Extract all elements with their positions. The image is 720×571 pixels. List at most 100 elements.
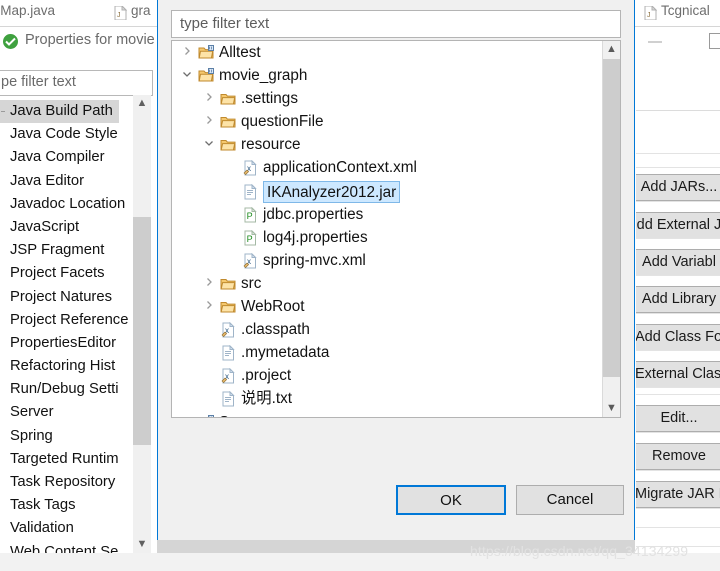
cancel-button[interactable]: Cancel — [516, 485, 624, 515]
properties-filter-input[interactable]: pe filter text — [0, 70, 153, 96]
sidebar-item-project-natures[interactable]: Project Natures — [0, 111, 152, 309]
ok-button[interactable]: OK — [396, 485, 506, 515]
sidebar-item-javascript[interactable]: JavaScript — [0, 111, 152, 239]
tree-item-label: questionFile — [241, 113, 324, 131]
sidebar-item-jsp-fragment[interactable]: JSP Fragment — [0, 111, 152, 262]
side-button-add-variabl[interactable]: Add Variabl — [636, 249, 720, 276]
properties-list-scrollbar[interactable]: ▲ ▼ — [133, 95, 151, 553]
project-tree[interactable]: Alltest movie_graph .settings questionFile r… — [171, 40, 621, 418]
chevron-down-icon[interactable] — [180, 64, 194, 87]
tree-item[interactable]: x spring-mvc.xml — [172, 249, 602, 272]
sidebar-item-label: JSP Fragment — [10, 242, 105, 259]
filter-input[interactable]: type filter text — [171, 10, 621, 38]
list-divider — [636, 394, 720, 395]
tree-item-label: Servers — [219, 411, 272, 418]
tree-item[interactable]: 说明.txt — [172, 387, 602, 410]
properties-page-list[interactable]: Java Build Path Java Code Style Java Compi… — [0, 100, 152, 553]
sidebar-item-task-tags[interactable]: Task Tags — [0, 111, 152, 517]
list-divider — [636, 350, 720, 351]
chevron-down-icon[interactable] — [202, 133, 216, 156]
folder-icon — [220, 299, 237, 315]
tree-item[interactable]: resource — [172, 133, 602, 156]
side-button-add-library[interactable]: Add Library — [636, 286, 720, 313]
sidebar-item-label: Task Repository — [10, 474, 116, 490]
tree-item[interactable]: src — [172, 272, 602, 295]
tree-item[interactable]: x .classpath — [172, 318, 602, 341]
sidebar-item-targeted-runtim[interactable]: Targeted Runtim — [0, 111, 152, 471]
chevron-right-icon[interactable] — [202, 110, 216, 133]
editor-tab-2[interactable]: Tcgnical — [661, 3, 710, 18]
tree-item[interactable]: Alltest — [172, 41, 602, 64]
window-maximize-button[interactable] — [709, 33, 720, 49]
side-button-add-jars[interactable]: Add JARs... — [636, 174, 720, 201]
chevron-up-icon[interactable]: ▲ — [603, 41, 620, 58]
sidebar-item-java-code-style[interactable]: Java Code Style — [0, 111, 152, 146]
project-folder-icon — [198, 414, 215, 417]
sidebar-item-javadoc-location[interactable]: Javadoc Location — [0, 111, 152, 216]
jar-selection-dialog: type filter text Alltest movie_graph .sett… — [157, 0, 635, 543]
xml-file-icon: x — [242, 252, 259, 269]
side-button-edit[interactable]: Edit... — [636, 405, 720, 432]
sidebar-item-label: Spring — [10, 427, 53, 444]
properties-file-icon: P — [242, 206, 259, 223]
sidebar-item-java-build-path[interactable]: Java Build Path — [0, 100, 152, 124]
chevron-down-icon[interactable]: ▼ — [133, 536, 151, 553]
side-button-external-class[interactable]: External Class — [636, 361, 720, 388]
tree-item[interactable]: .settings — [172, 87, 602, 110]
chevron-right-icon[interactable] — [202, 272, 216, 295]
tree-item[interactable]: .mymetadata — [172, 341, 602, 364]
svg-text:P: P — [247, 211, 253, 221]
tree-item[interactable]: Pjdbc.properties — [172, 203, 602, 226]
chevron-right-icon[interactable] — [202, 87, 216, 110]
chevron-right-icon[interactable] — [180, 41, 194, 64]
sidebar-item-project-facets[interactable]: Project Facets — [0, 111, 152, 285]
sidebar-item-java-compiler[interactable]: Java Compiler — [0, 111, 152, 169]
tree-item[interactable]: movie_graph — [172, 64, 602, 87]
scrollbar-thumb[interactable] — [133, 217, 151, 445]
sidebar-item-spring[interactable]: Spring — [0, 111, 152, 448]
sidebar-item-refactoring-hist[interactable]: Refactoring Hist — [0, 111, 152, 378]
tree-item-label: .classpath — [241, 321, 310, 339]
editor-tab-0[interactable]: ToMap.java — [0, 3, 55, 18]
list-divider — [636, 387, 720, 388]
sidebar-item-java-editor[interactable]: Java Editor — [0, 111, 152, 193]
sidebar-item-task-repository[interactable]: Task Repository — [0, 111, 152, 494]
sidebar-item-label: Project Facets — [10, 265, 105, 282]
tree-rows[interactable]: Alltest movie_graph .settings questionFile r… — [172, 41, 602, 417]
tree-item[interactable]: x .project — [172, 364, 602, 387]
sidebar-item-project-reference[interactable]: Project Reference — [0, 111, 152, 332]
sidebar-item-label: PropertiesEditor — [10, 334, 117, 351]
window-minimize-button[interactable] — [648, 41, 662, 43]
tree-item[interactable]: Servers — [172, 411, 602, 418]
chevron-right-icon[interactable] — [180, 411, 194, 417]
tree-item[interactable]: x applicationContext.xml — [172, 156, 602, 179]
sidebar-item-label: Web Content Se — [10, 543, 119, 553]
tree-item-label: applicationContext.xml — [263, 159, 417, 177]
tree-item-label: src — [241, 274, 262, 292]
editor-tab-1[interactable]: gra — [131, 3, 151, 18]
sidebar-item-validation[interactable]: Validation — [0, 111, 152, 540]
tree-item[interactable]: questionFile — [172, 110, 602, 133]
tree-item-label: .project — [241, 367, 292, 385]
tree-item[interactable]: IKAnalyzer2012.jar — [172, 180, 602, 203]
tree-scrollbar[interactable]: ▲ ▼ — [602, 41, 620, 417]
side-button-add-class-fol[interactable]: Add Class Fol — [636, 324, 720, 351]
side-button-migrate-jar-f[interactable]: Migrate JAR F — [636, 481, 720, 508]
side-button-dd-external-j[interactable]: dd External J — [636, 212, 720, 239]
file-icon — [220, 345, 237, 361]
tree-item-label: .settings — [241, 90, 298, 108]
chevron-up-icon[interactable]: ▲ — [133, 95, 151, 112]
sidebar-item-label: Project Natures — [10, 288, 112, 305]
side-button-remove[interactable]: Remove — [636, 443, 720, 470]
chevron-right-icon[interactable] — [202, 295, 216, 318]
sidebar-item-propertieseditor[interactable]: PropertiesEditor — [0, 111, 152, 355]
sidebar-item-web-content-se[interactable]: Web Content Se — [0, 111, 152, 553]
scrollbar-thumb[interactable] — [603, 59, 620, 377]
tree-item[interactable]: Plog4j.properties — [172, 226, 602, 249]
page-title: Properties for movie — [25, 32, 155, 48]
chevron-down-icon[interactable]: ▼ — [603, 400, 620, 417]
sidebar-item-label: Java Code Style — [10, 126, 118, 143]
tree-item[interactable]: WebRoot — [172, 295, 602, 318]
sidebar-item-run-debug-setti[interactable]: Run/Debug Setti — [0, 111, 152, 401]
sidebar-item-server[interactable]: Server — [0, 111, 152, 424]
